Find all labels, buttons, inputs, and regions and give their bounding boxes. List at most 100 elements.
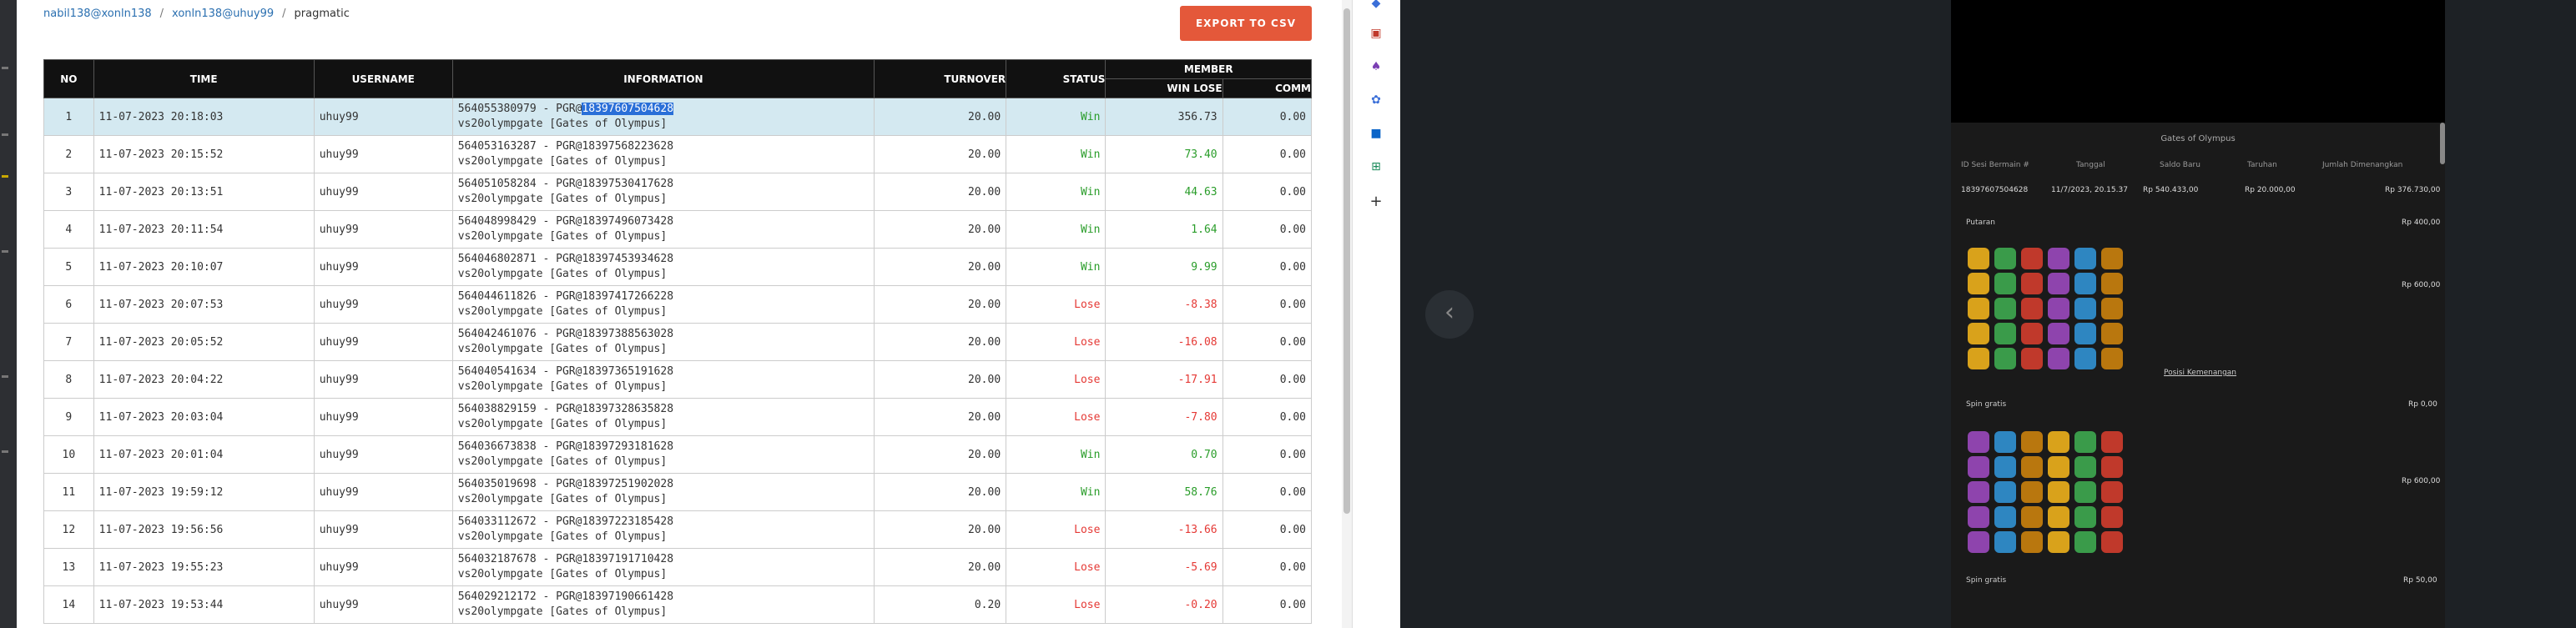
slot-symbol-icon [2021, 348, 2043, 369]
info-line-1: 564048998429 - PGR@18397496073428 [457, 215, 674, 228]
cell-time: 11-07-2023 19:56:56 [93, 510, 315, 549]
info-line-2: vs20olympgate [Gates of Olympus] [457, 268, 668, 280]
chevron-left-icon[interactable]: ‹ [1425, 290, 1474, 339]
cell-win-lose: -13.66 [1105, 510, 1223, 549]
tag-icon[interactable]: ◆ [1369, 0, 1383, 10]
section-label: Putaran [1966, 219, 1995, 227]
popup-value: Rp 20.000,00 [2245, 186, 2296, 194]
section-amount: Rp 400,00 [2402, 219, 2441, 227]
info-bet-id: 564055380979 - PGR@ [457, 103, 582, 115]
cell-comm: 0.00 [1222, 135, 1313, 173]
cell-comm: 0.00 [1222, 173, 1313, 211]
cell-information: 564029212172 - PGR@18397190661428 vs20oly… [451, 585, 875, 624]
slot-symbol-icon [1968, 456, 1989, 478]
slot-symbol-icon [2048, 531, 2069, 553]
slot-symbol-icon [2021, 248, 2043, 269]
popup-scrollbar[interactable] [2440, 123, 2445, 164]
breadcrumb-separator: / [282, 8, 286, 20]
slot-symbol-icon [2101, 323, 2123, 344]
popup-value: 18397607504628 [1961, 186, 2029, 194]
table-row[interactable]: 9 11-07-2023 20:03:04 uhuy99 564038829159 -… [43, 398, 1313, 436]
slot-symbol-icon [2048, 506, 2069, 528]
cell-no: 8 [43, 360, 94, 399]
table-row[interactable]: 3 11-07-2023 20:13:51 uhuy99 564051058284 -… [43, 173, 1313, 211]
export-csv-button[interactable]: EXPORT TO CSV [1180, 6, 1312, 41]
table-row[interactable]: 2 11-07-2023 20:15:52 uhuy99 564053163287 -… [43, 135, 1313, 173]
popup-header: Taruhan [2247, 161, 2277, 169]
selected-text[interactable]: 18397607504628 [582, 103, 674, 115]
table-row[interactable]: 10 11-07-2023 20:01:04 uhuy99 564036673838 … [43, 435, 1313, 474]
table-row[interactable]: 14 11-07-2023 19:53:44 uhuy99 564029212172 … [43, 585, 1313, 624]
cell-comm: 0.00 [1222, 360, 1313, 399]
main-panel: nabil138@xonln138 / xonln138@uhuy99 / pragma… [17, 0, 1369, 628]
slot-symbol-icon [2048, 431, 2069, 453]
popup-header: ID Sesi Bermain # [1961, 161, 2029, 169]
popup-header: Jumlah Dimenangkan [2322, 161, 2403, 169]
table-row[interactable]: 1 11-07-2023 20:18:03 uhuy99 56405538097… [43, 98, 1313, 136]
cell-comm: 0.00 [1222, 323, 1313, 361]
cell-no: 9 [43, 398, 94, 436]
cell-win-lose: 44.63 [1105, 173, 1223, 211]
cell-username: uhuy99 [313, 398, 453, 436]
cell-information: 564032187678 - PGR@18397191710428 vs20oly… [451, 548, 875, 586]
win-position-link[interactable]: Posisi Kemenangan [2164, 369, 2236, 377]
slot-symbol-icon [2101, 456, 2123, 478]
slot-symbol-icon [2021, 431, 2043, 453]
cart-icon[interactable]: ⊞ [1369, 160, 1383, 173]
section-label: Spin gratis [1966, 576, 2007, 585]
header-turnover: TURNOVER [874, 59, 1007, 98]
slot-symbol-icon [2101, 431, 2123, 453]
table-row[interactable]: 8 11-07-2023 20:04:22 uhuy99 564040541634 -… [43, 360, 1313, 399]
info-line-1: 564053163287 - PGR@18397568223628 [457, 140, 674, 153]
breadcrumb-item-agent[interactable]: nabil138@xonln138 [43, 8, 152, 20]
slot-symbol-icon [1994, 531, 2016, 553]
cell-time: 11-07-2023 19:53:44 [93, 585, 315, 624]
cell-information: 564033112672 - PGR@18397223185428 vs20oly… [451, 510, 875, 549]
scrollbar-thumb[interactable] [1343, 8, 1350, 514]
slot-symbol-icon [1968, 273, 1989, 294]
puzzle-icon[interactable]: ✿ [1369, 93, 1383, 107]
table-row[interactable]: 5 11-07-2023 20:10:07 uhuy99 564046802871 -… [43, 248, 1313, 286]
cell-status: Lose [1006, 323, 1107, 361]
table-row[interactable]: 7 11-07-2023 20:05:52 uhuy99 564042461076 -… [43, 323, 1313, 361]
table-row[interactable]: 4 11-07-2023 20:11:54 uhuy99 564048998429 -… [43, 210, 1313, 249]
popup-header: Saldo Baru [2160, 161, 2200, 169]
cell-information: 564048998429 - PGR@18397496073428 vs20oly… [451, 210, 875, 249]
section-amount: Rp 600,00 [2402, 281, 2441, 289]
plus-icon[interactable]: + [1369, 194, 1383, 209]
table-row[interactable]: 6 11-07-2023 20:07:53 uhuy99 564044611826 -… [43, 285, 1313, 324]
cell-time: 11-07-2023 20:03:04 [93, 398, 315, 436]
toolbox-icon[interactable]: ▣ [1369, 27, 1383, 40]
cell-turnover: 20.00 [874, 210, 1007, 249]
cell-no: 1 [43, 98, 94, 136]
cell-comm: 0.00 [1222, 98, 1313, 136]
report-table: NO TIME USERNAME INFORMATION TURNOVER ST… [43, 59, 1313, 624]
outlook-icon[interactable]: ■ [1369, 127, 1383, 140]
breadcrumb-separator: / [159, 8, 164, 20]
cell-comm: 0.00 [1222, 585, 1313, 624]
breadcrumb: nabil138@xonln138 / xonln138@uhuy99 / pragma… [43, 8, 350, 20]
slot-symbol-icon [2101, 506, 2123, 528]
breadcrumb-item-member[interactable]: xonln138@uhuy99 [172, 8, 274, 20]
info-line-2: vs20olympgate [Gates of Olympus] [457, 230, 668, 243]
cell-username: uhuy99 [313, 473, 453, 511]
slot-symbol-icon [1968, 506, 1989, 528]
slot-symbol-icon [2048, 273, 2069, 294]
cell-username: uhuy99 [313, 248, 453, 286]
slot-symbol-icon [2074, 323, 2096, 344]
cell-information: 564035019698 - PGR@18397251902028 vs20oly… [451, 473, 875, 511]
slot-symbol-icon [2021, 273, 2043, 294]
header-status: STATUS [1006, 59, 1107, 98]
game-icon[interactable]: ♠ [1369, 60, 1383, 73]
table-row[interactable]: 11 11-07-2023 19:59:12 uhuy99 564035019698 … [43, 473, 1313, 511]
cell-status: Win [1006, 173, 1107, 211]
cell-win-lose: 73.40 [1105, 135, 1223, 173]
cell-time: 11-07-2023 20:05:52 [93, 323, 315, 361]
table-row[interactable]: 13 11-07-2023 19:55:23 uhuy99 564032187678 … [43, 548, 1313, 586]
info-line-2: vs20olympgate [Gates of Olympus] [457, 530, 668, 543]
info-line-1: 564038829159 - PGR@18397328635828 [457, 403, 674, 415]
cell-no: 5 [43, 248, 94, 286]
table-row[interactable]: 12 11-07-2023 19:56:56 uhuy99 564033112672 … [43, 510, 1313, 549]
cell-turnover: 20.00 [874, 398, 1007, 436]
cell-time: 11-07-2023 20:11:54 [93, 210, 315, 249]
